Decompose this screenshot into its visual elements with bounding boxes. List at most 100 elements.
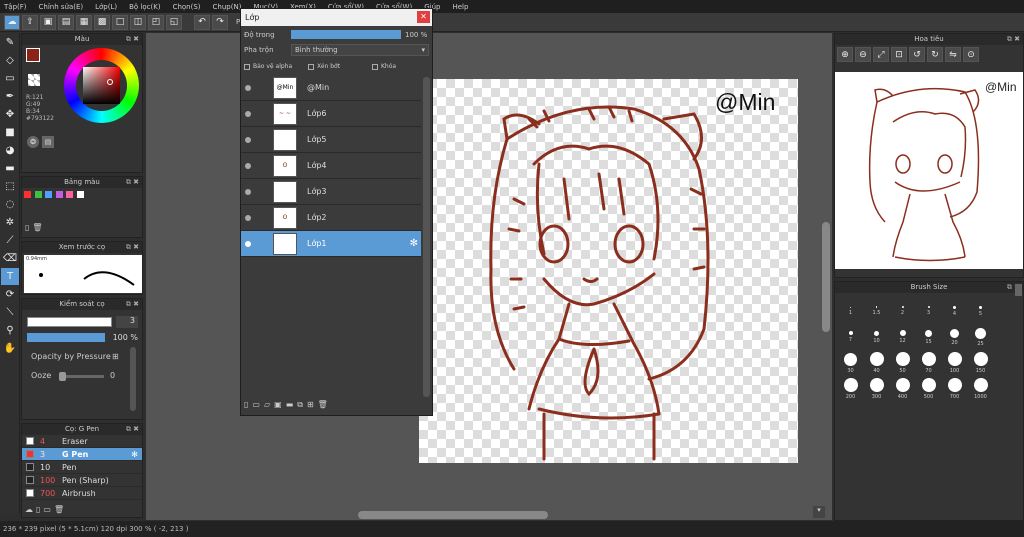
layer-settings-gear-icon[interactable]: ✻: [410, 238, 418, 249]
palette-swatch[interactable]: [34, 191, 42, 198]
brush-size-slot[interactable]: 5: [969, 299, 992, 323]
lock-checkbox[interactable]: Khóa: [372, 63, 396, 70]
magic-wand-tool-icon[interactable]: ✲: [1, 214, 19, 231]
brush-size-slot[interactable]: 1.5: [865, 299, 888, 323]
brush-size-slot[interactable]: 100: [943, 351, 966, 375]
menu-filter[interactable]: Bộ lọc(K): [129, 3, 160, 11]
reset-icon[interactable]: ⊙: [963, 47, 979, 62]
brush-delete-icon[interactable]: 🗑: [54, 505, 64, 514]
rotate-right-icon[interactable]: ↻: [927, 47, 943, 62]
layer-row-selected[interactable]: Lớp1 ✻: [241, 231, 421, 257]
chat-icon[interactable]: ▤: [58, 14, 74, 30]
palette-swatch[interactable]: [76, 191, 84, 198]
brush-cloud-icon[interactable]: ☁: [25, 505, 33, 514]
blend-mode-select[interactable]: Bình thường ▾: [291, 44, 429, 56]
opacity-pressure-label[interactable]: Opacity by Pressure: [31, 352, 111, 361]
select-pen-tool-icon[interactable]: ⟋: [1, 232, 19, 249]
layer-row[interactable]: Lớp5: [241, 127, 421, 153]
fit-icon[interactable]: ⤢: [873, 47, 889, 62]
flip-icon[interactable]: ⇋: [945, 47, 961, 62]
brush-item-pen[interactable]: 10 Pen: [22, 461, 142, 474]
text-tool-icon[interactable]: T: [1, 268, 19, 285]
square-icon[interactable]: □: [112, 14, 128, 30]
size-slider[interactable]: [27, 317, 112, 327]
clipping-checkbox[interactable]: Xén bớt: [308, 63, 368, 70]
brush-tool-icon[interactable]: ✎: [1, 34, 19, 51]
brush-settings-gear-icon[interactable]: ✻: [131, 450, 138, 459]
pressure-toggle-icon[interactable]: ⊞: [112, 352, 119, 361]
brush-size-slot[interactable]: 30: [839, 351, 862, 375]
protect-alpha-checkbox[interactable]: Bảo vệ alpha: [244, 63, 304, 70]
panel-close-icon[interactable]: ⧉ ✖: [126, 34, 139, 45]
undo-icon[interactable]: ↶: [194, 14, 210, 30]
brush-size-slot[interactable]: 1: [839, 299, 862, 323]
layer-opacity-slider[interactable]: [291, 30, 401, 39]
ooze-slider[interactable]: [59, 372, 104, 381]
redo-icon[interactable]: ↷: [212, 14, 228, 30]
layer-icon[interactable]: ▦: [76, 14, 92, 30]
palette-swatch[interactable]: [55, 191, 63, 198]
panel-close-icon[interactable]: ⧉ ✖: [126, 299, 139, 310]
brush-size-slot[interactable]: 200: [839, 377, 862, 401]
layer-row[interactable]: Lớp3: [241, 179, 421, 205]
zoom-in-icon[interactable]: ⊕: [837, 47, 853, 62]
palette-swatch[interactable]: [24, 191, 31, 198]
canvas-menu-icon[interactable]: ▾: [813, 506, 825, 518]
color-wheel-mode-icon[interactable]: ❂: [27, 136, 39, 148]
layer-row[interactable]: @Min @Min: [241, 75, 421, 101]
export-icon[interactable]: ⇪: [22, 14, 38, 30]
navigator-preview[interactable]: @Min: [835, 72, 1023, 269]
rotate-left-icon[interactable]: ↺: [909, 47, 925, 62]
image-icon[interactable]: ▣: [40, 14, 56, 30]
brush-new-icon[interactable]: ▯: [36, 505, 40, 514]
panel-close-icon[interactable]: ⧉ ✖: [1007, 34, 1020, 45]
menu-file[interactable]: Tập(F): [4, 3, 27, 11]
frame-icon[interactable]: ◱: [166, 14, 182, 30]
brush-item-pen-sharp[interactable]: 100 Pen (Sharp): [22, 474, 142, 487]
palette-swatch[interactable]: [66, 191, 74, 198]
eraser-tool-icon[interactable]: ◇: [1, 52, 19, 69]
eye-icon[interactable]: [245, 188, 251, 195]
delete-layer-icon[interactable]: 🗑: [318, 400, 328, 410]
transform-icon[interactable]: ◰: [148, 14, 164, 30]
brush-item-airbrush[interactable]: 700 Airbrush: [22, 487, 142, 500]
brush-item-eraser[interactable]: 4 Eraser: [22, 435, 142, 448]
divide-tool-icon[interactable]: ⟍: [1, 304, 19, 321]
new-palette-icon[interactable]: ▯: [25, 223, 29, 232]
new-halftone-layer-icon[interactable]: ▣: [274, 400, 282, 410]
duplicate-layer-icon[interactable]: ⧉: [297, 400, 303, 410]
rect-fill-tool-icon[interactable]: ■: [1, 124, 19, 141]
layer-window-titlebar[interactable]: Lớp ✕: [241, 9, 432, 26]
size-value[interactable]: 3: [116, 316, 138, 328]
lasso-tool-icon[interactable]: ◌: [1, 196, 19, 213]
brush-size-slot[interactable]: 3: [917, 299, 940, 323]
select-eraser-tool-icon[interactable]: ⌫: [1, 250, 19, 267]
operation-tool-icon[interactable]: ⟳: [1, 286, 19, 303]
new-folder-icon[interactable]: ▬: [286, 400, 294, 410]
eye-icon[interactable]: [245, 136, 251, 143]
brush-size-scroll[interactable]: [1015, 284, 1022, 296]
opacity-slider[interactable]: [27, 333, 105, 342]
panel-close-icon[interactable]: ⧉ ✖: [126, 424, 139, 435]
color-picker-cursor[interactable]: [107, 79, 113, 85]
panel-close-icon[interactable]: ⧉ ✖: [126, 177, 139, 188]
saturation-value-square[interactable]: [83, 67, 120, 104]
menu-select[interactable]: Chọn(S): [173, 3, 201, 11]
layer-row[interactable]: ʘ Lớp4: [241, 153, 421, 179]
menu-layer[interactable]: Lớp(L): [95, 3, 117, 11]
gradient-tool-icon[interactable]: ▬: [1, 160, 19, 177]
brush-item-g-pen[interactable]: 3G Pen ✻: [22, 448, 142, 461]
eye-icon[interactable]: [245, 214, 251, 221]
brush-folder-icon[interactable]: ▭: [43, 505, 51, 514]
eyedropper-tool-icon[interactable]: ⚲: [1, 322, 19, 339]
brush-size-slot[interactable]: 50: [891, 351, 914, 375]
color-slider-mode-icon[interactable]: ▤: [42, 136, 54, 148]
bucket-tool-icon[interactable]: ◕: [1, 142, 19, 159]
brush-size-slot[interactable]: 400: [891, 377, 914, 401]
brush-size-slot[interactable]: 300: [865, 377, 888, 401]
brush-size-slot[interactable]: 12: [891, 325, 914, 349]
canvas-horizontal-scrollbar[interactable]: [358, 511, 548, 519]
cloud-icon[interactable]: ☁: [4, 14, 20, 30]
brush-size-slot[interactable]: 70: [917, 351, 940, 375]
zoom-out-icon[interactable]: ⊖: [855, 47, 871, 62]
